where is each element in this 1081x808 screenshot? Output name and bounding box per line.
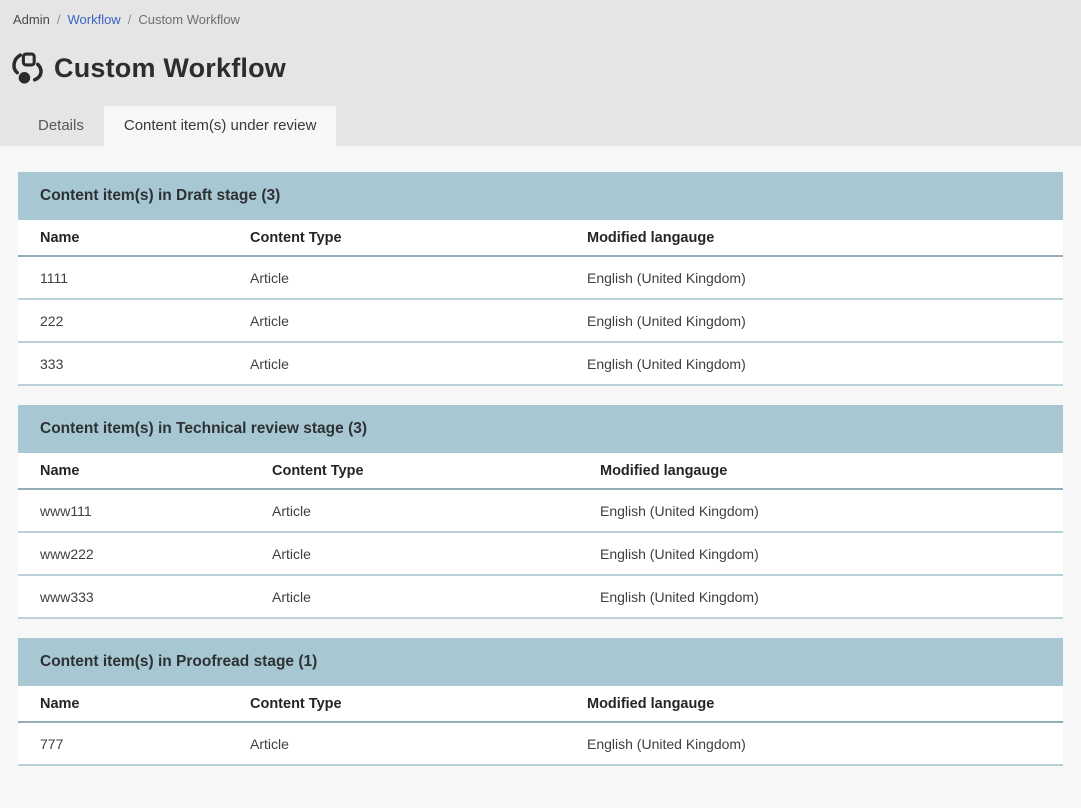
table-cell: 777	[18, 722, 228, 765]
table-cell: English (United Kingdom)	[565, 342, 1063, 385]
table-cell: Article	[250, 532, 578, 575]
stage-section: Content item(s) in Technical review stag…	[18, 405, 1063, 619]
breadcrumb-separator: /	[128, 12, 132, 27]
stage-section-title: Content item(s) in Draft stage (3)	[18, 172, 1063, 220]
content-items-table: NameContent TypeModified langauge 1111Ar…	[18, 220, 1063, 386]
table-header-row: NameContent TypeModified langauge	[18, 453, 1063, 489]
table-cell: English (United Kingdom)	[578, 575, 1063, 618]
top-header-area: Admin / Workflow / Custom Workflow Custom Wo…	[0, 0, 1081, 146]
table-cell: English (United Kingdom)	[565, 722, 1063, 765]
table-row: 333ArticleEnglish (United Kingdom)	[18, 342, 1063, 385]
table-cell: English (United Kingdom)	[578, 532, 1063, 575]
sections: Content item(s) in Draft stage (3) NameC…	[0, 146, 1081, 789]
table-cell: Article	[228, 256, 565, 299]
table-cell: 1111	[18, 256, 228, 299]
table-cell: 222	[18, 299, 228, 342]
table-cell: www222	[18, 532, 250, 575]
table-row: 777ArticleEnglish (United Kingdom)	[18, 722, 1063, 765]
table-cell: Article	[228, 722, 565, 765]
content-items-table: NameContent TypeModified langauge 777Art…	[18, 686, 1063, 766]
title-bar: Custom Workflow	[0, 37, 1081, 96]
breadcrumb-item-admin: Admin	[13, 12, 50, 27]
breadcrumb-item-workflow[interactable]: Workflow	[67, 12, 120, 27]
table-row: www111ArticleEnglish (United Kingdom)	[18, 489, 1063, 532]
table-cell: Article	[250, 489, 578, 532]
column-header: Modified langauge	[578, 453, 1063, 489]
column-header: Content Type	[228, 686, 565, 722]
table-row: www222ArticleEnglish (United Kingdom)	[18, 532, 1063, 575]
column-header: Modified langauge	[565, 220, 1063, 256]
workflow-icon	[10, 51, 45, 86]
table-cell: English (United Kingdom)	[578, 489, 1063, 532]
tab-bar: Details Content item(s) under review	[0, 106, 1081, 146]
table-cell: 333	[18, 342, 228, 385]
table-cell: www333	[18, 575, 250, 618]
table-cell: www111	[18, 489, 250, 532]
breadcrumb-item-current: Custom Workflow	[138, 12, 240, 27]
table-row: 222ArticleEnglish (United Kingdom)	[18, 299, 1063, 342]
stage-section: Content item(s) in Draft stage (3) NameC…	[18, 172, 1063, 386]
stage-section-title: Content item(s) in Technical review stag…	[18, 405, 1063, 453]
stage-section: Content item(s) in Proofread stage (1) N…	[18, 638, 1063, 766]
breadcrumb: Admin / Workflow / Custom Workflow	[0, 12, 1081, 37]
table-row: 1111ArticleEnglish (United Kingdom)	[18, 256, 1063, 299]
tab-content-items-under-review[interactable]: Content item(s) under review	[104, 106, 337, 146]
page-title: Custom Workflow	[54, 53, 286, 84]
breadcrumb-separator: /	[57, 12, 61, 27]
table-cell: English (United Kingdom)	[565, 256, 1063, 299]
column-header: Content Type	[228, 220, 565, 256]
table-cell: Article	[228, 299, 565, 342]
column-header: Content Type	[250, 453, 578, 489]
table-cell: Article	[228, 342, 565, 385]
table-header-row: NameContent TypeModified langauge	[18, 220, 1063, 256]
stage-section-title: Content item(s) in Proofread stage (1)	[18, 638, 1063, 686]
column-header: Name	[18, 686, 228, 722]
table-header-row: NameContent TypeModified langauge	[18, 686, 1063, 722]
column-header: Name	[18, 453, 250, 489]
content-items-table: NameContent TypeModified langauge www111…	[18, 453, 1063, 619]
table-cell: English (United Kingdom)	[565, 299, 1063, 342]
table-cell: Article	[250, 575, 578, 618]
column-header: Name	[18, 220, 228, 256]
table-row: www333ArticleEnglish (United Kingdom)	[18, 575, 1063, 618]
tab-details[interactable]: Details	[18, 106, 104, 146]
column-header: Modified langauge	[565, 686, 1063, 722]
